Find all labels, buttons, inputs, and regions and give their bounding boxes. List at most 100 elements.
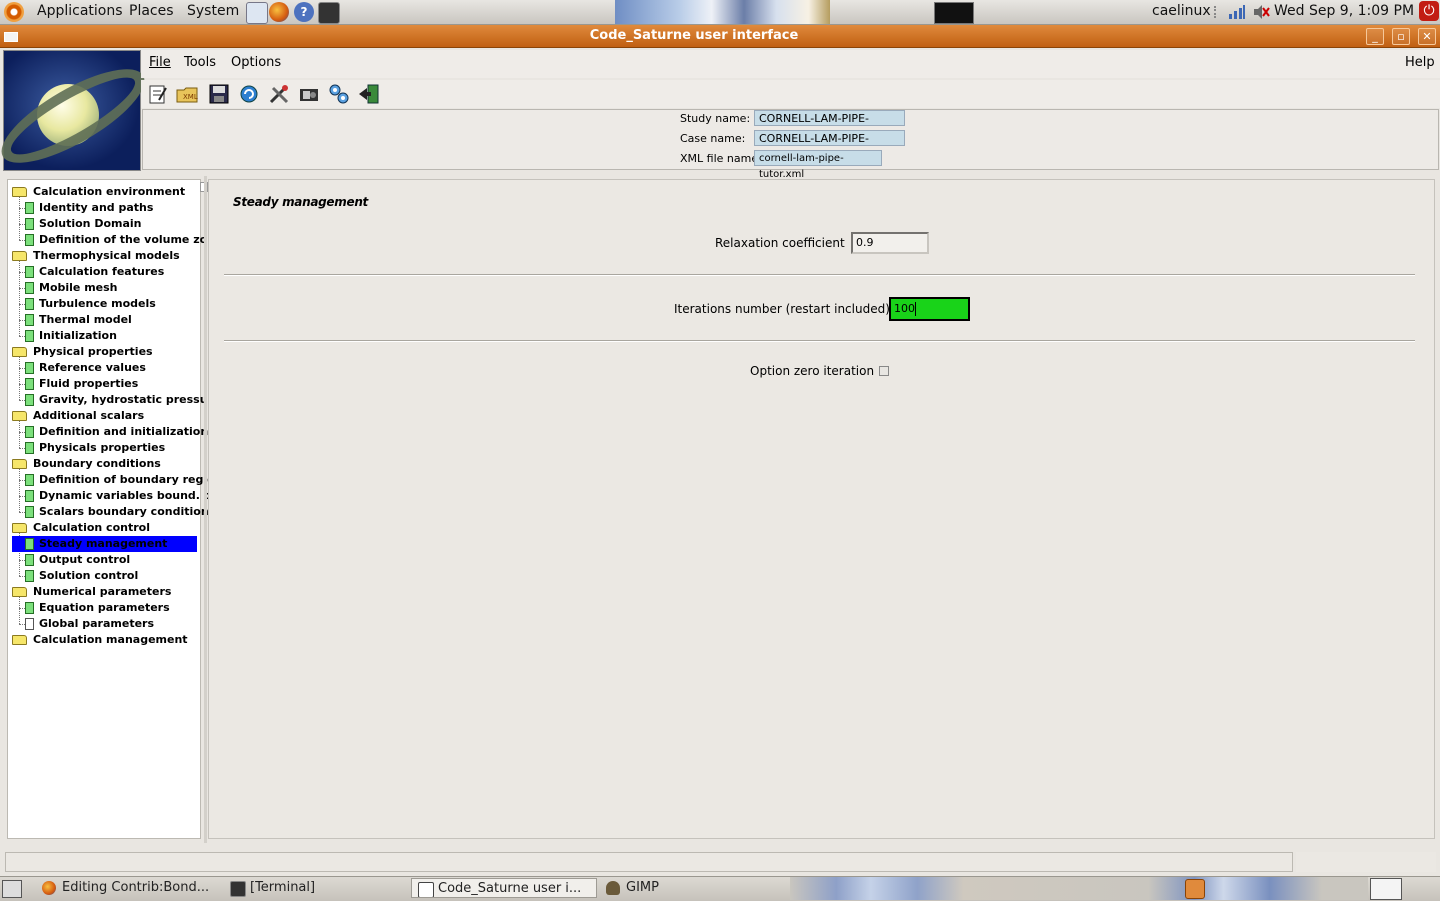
tree-item-label: Turbulence models xyxy=(39,297,156,310)
options-menu[interactable]: Options xyxy=(231,55,281,70)
tree-item[interactable]: Physicals properties xyxy=(25,440,165,456)
tree-item[interactable]: Thermal model xyxy=(25,312,132,328)
tree-folder[interactable]: Calculation management xyxy=(12,632,188,648)
close-button[interactable]: ✕ xyxy=(1418,28,1436,45)
workspace-switcher[interactable] xyxy=(1370,878,1402,900)
system-monitor-icon[interactable] xyxy=(934,2,974,24)
tree-item[interactable]: Fluid properties xyxy=(25,376,138,392)
navigation-tree[interactable]: Calculation environment Identity and path… xyxy=(7,179,238,839)
firefox-launcher-icon[interactable] xyxy=(269,2,289,22)
tools-menu[interactable]: Tools xyxy=(184,55,216,70)
tree-item[interactable]: Definition of the volume zones xyxy=(25,232,229,248)
page-icon xyxy=(25,314,34,326)
panel-separator xyxy=(1214,6,1218,18)
case-identity-panel: Study name: CORNELL-LAM-PIPE-TUTOR Case … xyxy=(142,109,1439,180)
volume-muted-icon[interactable] xyxy=(1252,4,1270,20)
new-case-icon[interactable] xyxy=(145,82,169,106)
tree-item-label: Physicals properties xyxy=(39,441,166,454)
tree-folder[interactable]: Calculation environment xyxy=(12,184,185,200)
help-launcher-icon[interactable]: ? xyxy=(294,2,314,22)
task-code-saturne[interactable]: Code_Saturne user i... xyxy=(411,878,597,898)
places-menu[interactable]: Places xyxy=(129,3,174,19)
tree-folder[interactable]: Thermophysical models xyxy=(12,248,180,264)
tree-item[interactable]: Identity and paths xyxy=(25,200,153,216)
window-titlebar[interactable]: Code_Saturne user interface _ ▫ ✕ xyxy=(0,25,1440,48)
task-terminal[interactable]: [Terminal] xyxy=(224,878,400,898)
status-bar-right xyxy=(1296,852,1436,872)
tree-item-label: Initialization xyxy=(39,329,117,342)
page-icon xyxy=(25,378,34,390)
folder-icon xyxy=(12,459,27,469)
tree-item[interactable]: Solution control xyxy=(25,568,138,584)
task-firefox[interactable]: Editing Contrib:Bond... xyxy=(36,878,212,898)
task-label: Editing Contrib:Bond... xyxy=(62,880,210,895)
run-icon[interactable] xyxy=(327,82,351,106)
task-label: Code_Saturne user i... xyxy=(438,881,582,896)
window-menu-icon[interactable] xyxy=(4,32,18,42)
tree-item[interactable]: Definition of boundary regions xyxy=(25,472,229,488)
tools-icon[interactable] xyxy=(267,82,291,106)
relaxation-coefficient-input[interactable]: 0.9 xyxy=(851,232,929,254)
tree-item-label: Identity and paths xyxy=(39,201,154,214)
save-icon[interactable] xyxy=(207,82,231,106)
toolbar: XML xyxy=(141,80,1440,108)
iterations-number-value: 100 xyxy=(894,302,915,315)
help-menu[interactable]: Help xyxy=(1405,55,1435,70)
network-icon[interactable] xyxy=(1228,4,1246,20)
tree-item[interactable]: Equation parameters xyxy=(25,600,170,616)
gimp-icon xyxy=(606,881,620,895)
system-menu[interactable]: System xyxy=(187,3,239,19)
tree-item[interactable]: Output control xyxy=(25,552,130,568)
ring-graphic xyxy=(0,52,157,180)
tree-folder[interactable]: Physical properties xyxy=(12,344,153,360)
tree-item[interactable]: Definition and initialization xyxy=(25,424,208,440)
tree-item[interactable]: Initialization xyxy=(25,328,117,344)
page-icon xyxy=(25,506,34,518)
power-icon[interactable]: ⏻ xyxy=(1419,1,1439,21)
xml-file-name-label: XML file name: xyxy=(680,152,762,165)
tree-item[interactable]: Mobile mesh xyxy=(25,280,118,296)
firefox-icon xyxy=(42,881,56,895)
preprocessor-icon[interactable] xyxy=(237,82,261,106)
tree-item[interactable]: Gravity, hydrostatic pressure xyxy=(25,392,220,408)
tree-folder[interactable]: Additional scalars xyxy=(12,408,144,424)
task-label: GIMP xyxy=(626,880,659,895)
page-icon xyxy=(25,474,34,486)
tree-folder[interactable]: Boundary conditions xyxy=(12,456,161,472)
tree-item[interactable]: Turbulence models xyxy=(25,296,156,312)
folder-icon xyxy=(12,635,27,645)
page-icon xyxy=(25,570,34,582)
trash-icon[interactable] xyxy=(1185,879,1205,899)
ubuntu-logo-icon[interactable] xyxy=(4,2,24,22)
tree-branch-line xyxy=(19,421,20,448)
zero-iteration-checkbox[interactable] xyxy=(879,366,889,376)
text-editor-launcher-icon[interactable] xyxy=(246,2,268,24)
clock[interactable]: Wed Sep 9, 1:09 PM xyxy=(1274,3,1414,19)
tree-item-selected[interactable]: Steady management xyxy=(12,536,197,552)
page-icon xyxy=(25,538,34,550)
minimize-button[interactable]: _ xyxy=(1366,28,1384,45)
quit-icon[interactable] xyxy=(357,82,381,106)
steady-management-panel xyxy=(208,179,1435,839)
splitter[interactable] xyxy=(204,176,207,843)
tree-item[interactable]: Global parameters xyxy=(25,616,154,632)
folder-icon xyxy=(12,411,27,421)
tree-folder[interactable]: Calculation control xyxy=(12,520,150,536)
tree-item[interactable]: Scalars boundary conditions xyxy=(25,504,215,520)
tree-item[interactable]: Reference values xyxy=(25,360,146,376)
show-desktop-icon[interactable] xyxy=(2,880,22,898)
task-gimp[interactable]: GIMP xyxy=(600,878,710,898)
tree-item[interactable]: Solution Domain xyxy=(25,216,142,232)
terminal-launcher-icon[interactable] xyxy=(318,2,340,24)
page-icon xyxy=(25,618,34,630)
tree-item[interactable]: Calculation features xyxy=(25,264,164,280)
text-cursor xyxy=(915,302,916,316)
tree-folder[interactable]: Numerical parameters xyxy=(12,584,171,600)
username-label[interactable]: caelinux xyxy=(1152,3,1211,19)
applications-menu[interactable]: Applications xyxy=(37,3,123,19)
iterations-number-input[interactable]: 100 xyxy=(889,297,970,321)
file-menu[interactable]: File xyxy=(149,55,171,70)
open-xml-icon[interactable]: XML xyxy=(175,82,199,106)
maximize-button[interactable]: ▫ xyxy=(1392,28,1410,45)
identity-icon[interactable] xyxy=(297,82,321,106)
